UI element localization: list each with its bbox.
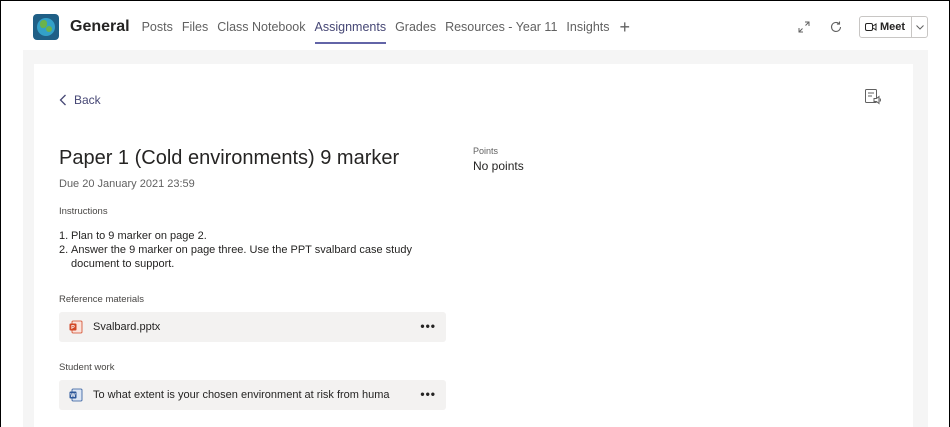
svg-text:P: P <box>71 325 75 331</box>
expand-icon[interactable] <box>793 16 815 38</box>
video-camera-icon <box>864 23 877 31</box>
chevron-down-icon[interactable] <box>911 17 927 37</box>
points-label: Points <box>473 146 499 156</box>
list-item-text: Plan to 9 marker on page 2. <box>71 230 207 242</box>
meet-label: Meet <box>879 21 905 33</box>
header-actions: Meet <box>793 4 928 50</box>
list-item: 2. Answer the 9 marker on page three. Us… <box>59 243 459 271</box>
points-value: No points <box>473 159 524 173</box>
frame-top-border <box>0 0 950 1</box>
word-file-icon: W <box>69 388 83 402</box>
list-item-text: Answer the 9 marker on page three. Use t… <box>71 244 412 270</box>
list-item-number: 2. <box>59 244 69 256</box>
reference-attachment[interactable]: P Svalbard.pptx ••• <box>59 312 446 342</box>
powerpoint-file-icon: P <box>69 320 83 334</box>
instructions-list: 1. Plan to 9 marker on page 2. 2. Answer… <box>59 229 459 271</box>
list-item-number: 1. <box>59 230 69 242</box>
channel-header: General Posts Files Class Notebook Assig… <box>23 4 928 50</box>
svg-text:W: W <box>70 393 76 399</box>
tab-resources-year-11[interactable]: Resources - Year 11 <box>445 4 557 50</box>
tab-assignments[interactable]: Assignments <box>314 4 386 50</box>
reference-materials-label: Reference materials <box>59 294 145 305</box>
channel-tabs: Posts Files Class Notebook Assignments G… <box>142 4 630 50</box>
frame-left-border <box>0 0 1 427</box>
reference-file-name: Svalbard.pptx <box>93 321 161 333</box>
assignment-title: Paper 1 (Cold environments) 9 marker <box>59 147 400 169</box>
globe-icon[interactable] <box>33 14 59 40</box>
tab-insights[interactable]: Insights <box>566 4 609 50</box>
immersive-reader-icon[interactable] <box>864 88 882 106</box>
due-date: Due 20 January 2021 23:59 <box>59 178 195 190</box>
instructions-label: Instructions <box>59 206 108 217</box>
back-button[interactable]: Back <box>59 93 101 107</box>
channel-name: General <box>70 18 130 35</box>
more-options-button[interactable]: ••• <box>420 319 436 333</box>
more-options-button[interactable]: ••• <box>420 387 436 401</box>
add-tab-button[interactable]: + <box>620 17 631 38</box>
tab-posts[interactable]: Posts <box>142 4 173 50</box>
student-file-name: To what extent is your chosen environmen… <box>93 389 390 401</box>
chevron-left-icon <box>59 94 66 106</box>
tab-files[interactable]: Files <box>182 4 208 50</box>
refresh-icon[interactable] <box>825 16 847 38</box>
student-work-label: Student work <box>59 362 115 373</box>
meet-button[interactable]: Meet <box>858 16 928 38</box>
tab-grades[interactable]: Grades <box>395 4 436 50</box>
back-label: Back <box>74 93 101 107</box>
tab-class-notebook[interactable]: Class Notebook <box>217 4 305 50</box>
list-item: 1. Plan to 9 marker on page 2. <box>59 229 459 243</box>
student-work-attachment[interactable]: W To what extent is your chosen environm… <box>59 380 446 410</box>
